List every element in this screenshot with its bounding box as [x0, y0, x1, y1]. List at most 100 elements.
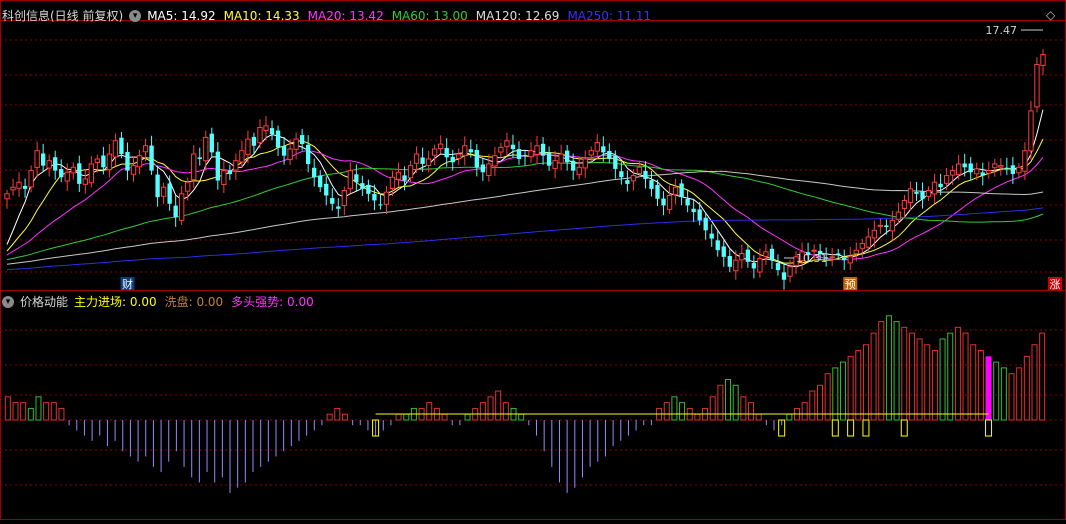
momentum-bar [870, 332, 877, 421]
momentum-bar [839, 361, 846, 421]
candle-body [492, 155, 498, 167]
candle-body [378, 204, 383, 206]
stock-title: 科创信息(日线 前复权) [2, 9, 124, 23]
candle-body [1028, 110, 1034, 152]
candle-body [859, 243, 865, 249]
indicator-legend-item: 多头强势: 0.00 [231, 295, 314, 309]
candle-body [498, 146, 504, 153]
candle-body [281, 146, 287, 156]
candle-body [101, 155, 106, 168]
candle-body [215, 151, 220, 181]
candle-body [763, 251, 769, 257]
momentum-bar [502, 402, 509, 421]
main-header: 科创信息(日线 前复权) ▾ MA5: 14.92 MA10: 14.33 MA20… [2, 8, 651, 24]
candle-body [1034, 63, 1040, 108]
candle-body [649, 180, 654, 189]
candle-body [106, 153, 113, 171]
momentum-bar [855, 350, 862, 421]
candle-body [383, 191, 390, 205]
candle-body [275, 130, 281, 148]
candle-body [522, 155, 528, 157]
momentum-bar [824, 373, 831, 421]
candle-body [697, 209, 702, 221]
indicator-header: ▾ 价格动能 主力进场: 0.00 洗盘: 0.00 多头强势: 0.00 [2, 294, 314, 310]
candle-body [564, 150, 570, 163]
candle-body [655, 184, 660, 199]
event-marker-text: 财 [122, 277, 133, 291]
candle-body [420, 157, 425, 164]
candle-body [998, 165, 1004, 168]
candle-body [263, 125, 269, 131]
candle-body [594, 141, 600, 152]
candle-body [167, 183, 172, 204]
momentum-bar [43, 402, 50, 421]
momentum-bar [816, 384, 823, 421]
momentum-bar [977, 350, 984, 421]
candle-body [540, 143, 546, 156]
momentum-bar [786, 413, 793, 421]
indicator-legend-item: 洗盘: 0.00 [164, 295, 224, 309]
candle-body [931, 181, 938, 195]
candle-body [191, 153, 197, 181]
candle-body [179, 193, 185, 221]
settings-diamond-icon[interactable]: ◇ [1046, 8, 1055, 22]
candle-body [516, 149, 522, 159]
candle-body [293, 138, 299, 150]
candle-body [269, 128, 275, 135]
indicator-chevron-icon[interactable]: ▾ [2, 296, 14, 308]
chart-canvas: 17.47 10.31 财 预 涨 [0, 0, 1066, 520]
candle-body [112, 140, 119, 158]
candle-body [4, 193, 10, 200]
candle-body [757, 257, 763, 273]
candle-body [588, 150, 594, 156]
candle-body [889, 219, 896, 232]
candle-body [847, 256, 853, 264]
candle-body [625, 180, 630, 184]
candle-body [299, 135, 305, 145]
candle-body [601, 146, 606, 153]
candle-body [877, 224, 884, 227]
candle-body [962, 163, 967, 168]
candle-body [185, 181, 191, 192]
candle-body [425, 158, 432, 166]
candle-body [901, 199, 908, 209]
candle-body [914, 191, 919, 194]
momentum-bar [1008, 373, 1015, 421]
candle-body [354, 174, 359, 183]
ma-line [6, 207, 1044, 271]
momentum-bar [35, 396, 42, 421]
ma-legend-item: MA5: 14.92 [147, 9, 216, 23]
candle-body [480, 164, 486, 173]
candle-body [751, 263, 757, 269]
momentum-bar [694, 413, 701, 421]
momentum-bar [464, 413, 471, 421]
momentum-bar [893, 321, 900, 421]
candle-body [703, 217, 708, 231]
momentum-bar [58, 407, 65, 421]
candle-body [871, 229, 878, 239]
candle-body [829, 256, 835, 259]
candle-body [233, 160, 239, 171]
ma-legend: MA5: 14.92 MA10: 14.33 MA20: 13.42 MA60: 13… [147, 8, 651, 24]
candle-body [955, 163, 962, 176]
momentum-bar [12, 402, 19, 421]
candle-body [46, 160, 52, 169]
candle-body [853, 249, 859, 255]
candle-body [920, 190, 925, 199]
candle-body [468, 149, 473, 153]
candle-body [925, 190, 932, 197]
menu-chevron-icon[interactable]: ▾ [129, 10, 142, 22]
ma-legend-item: MA120: 12.69 [475, 9, 560, 23]
momentum-bar [479, 402, 486, 421]
momentum-bar [847, 355, 854, 421]
candle-body [34, 150, 40, 168]
candle-body [1016, 166, 1022, 174]
momentum-bar [962, 332, 969, 421]
candle-body [360, 183, 365, 189]
candle-body [582, 158, 588, 169]
candle-body [528, 150, 534, 158]
momentum-bar [740, 396, 747, 421]
ma-line [6, 170, 1044, 265]
candle-body [943, 175, 950, 184]
candle-body [203, 136, 209, 162]
